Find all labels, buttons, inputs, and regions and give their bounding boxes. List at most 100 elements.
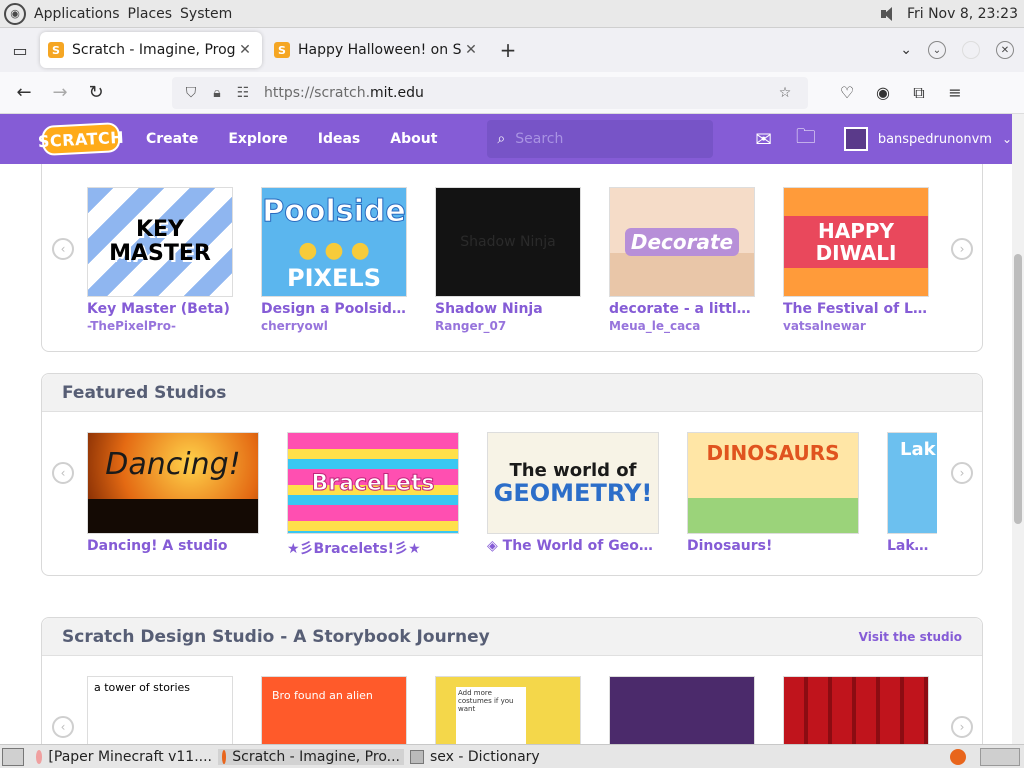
project-tile[interactable]: KEY MASTER Key Master (Beta) -ThePixelPr… <box>87 187 233 333</box>
back-button[interactable]: ← <box>6 77 42 109</box>
main-content[interactable]: ‹ › KEY MASTER Key Master (Beta) -ThePix… <box>0 164 1012 744</box>
lock-icon[interactable]: 🔒︎ <box>206 85 228 101</box>
minimize-window-icon[interactable]: ⌄ <box>928 41 946 59</box>
project-author[interactable]: cherryowl <box>261 319 407 333</box>
project-title[interactable]: Key Master (Beta) <box>87 301 233 317</box>
studio-thumbnail[interactable]: Lak <box>887 432 937 534</box>
scratch-logo[interactable]: SCRATCH <box>37 121 125 157</box>
page-scrollbar[interactable] <box>1012 114 1024 744</box>
url-text[interactable]: https://scratch.mit.edu <box>264 85 774 101</box>
applications-menu[interactable]: Applications <box>34 6 120 22</box>
volume-icon[interactable] <box>879 6 897 22</box>
carousel-left-arrow-icon[interactable]: ‹ <box>52 716 74 738</box>
reload-button[interactable]: ↻ <box>78 77 114 109</box>
studio-tile[interactable]: The world of GEOMETRY! ◈ The World of Geo… <box>487 432 659 554</box>
url-bar[interactable]: ⛉ 🔒︎ ☷ https://scratch.mit.edu ☆ <box>172 76 808 109</box>
studio-tile[interactable]: Dancing! Dancing! A studio <box>87 432 259 554</box>
studio-thumbnail[interactable]: Dancing! <box>87 432 259 534</box>
studio-thumbnail[interactable]: BraceLets <box>287 432 459 534</box>
studio-title[interactable]: ★彡Bracelets!彡★ <box>287 538 459 558</box>
studio-tile[interactable]: DINOSAURS Dinosaurs! <box>687 432 859 554</box>
project-tile[interactable]: Decorate decorate - a little ... Meua_le… <box>609 187 755 333</box>
new-tab-button[interactable]: + <box>492 34 524 66</box>
studio-thumbnail[interactable]: The world of GEOMETRY! <box>487 432 659 534</box>
show-desktop-icon[interactable] <box>2 747 24 766</box>
project-title[interactable]: Shadow Ninja <box>435 301 581 317</box>
user-menu[interactable]: banspedrunonvm ⌄ <box>843 127 1012 151</box>
clock[interactable]: Fri Nov 8, 23:23 <box>907 6 1018 22</box>
account-icon[interactable]: ◉ <box>874 83 892 102</box>
forward-button[interactable]: → <box>42 77 78 109</box>
taskbar-item-active[interactable]: Scratch - Imagine, Pro... <box>218 748 404 765</box>
my-stuff-folder-icon[interactable]: 🗀 <box>796 122 816 156</box>
project-tile[interactable]: Shadow Ninja Shadow Ninja Ranger_07 <box>435 187 581 333</box>
search-input[interactable]: ⌕ Search <box>487 120 714 158</box>
nav-create[interactable]: Create <box>142 131 202 147</box>
project-thumbnail[interactable]: a tower of stories <box>87 676 233 744</box>
close-tab-icon[interactable]: ✕ <box>236 42 254 58</box>
messages-icon[interactable]: ✉ <box>755 127 772 151</box>
project-thumbnail[interactable] <box>609 676 755 744</box>
project-author[interactable]: Meua_le_caca <box>609 319 755 333</box>
project-thumbnail[interactable]: Bro found an alien <box>261 676 407 744</box>
project-thumbnail[interactable]: Add more costumes if you want <box>435 676 581 744</box>
scrollbar-thumb[interactable] <box>1014 254 1022 524</box>
maximize-window-icon[interactable] <box>962 41 980 59</box>
tab-halloween[interactable]: S Happy Halloween! on Scr ✕ <box>266 32 488 68</box>
studio-title[interactable]: ◈ The World of Geom... <box>487 538 659 554</box>
project-tile[interactable]: Poolside ● ● ● PIXELS Design a Poolside.… <box>261 187 407 333</box>
taskbar-item[interactable]: [Paper Minecraft v11.... <box>36 749 212 765</box>
studio-title[interactable]: Dancing! A studio <box>87 538 259 554</box>
visit-studio-link[interactable]: Visit the studio <box>859 630 962 644</box>
project-author[interactable]: vatsalnewar <box>783 319 929 333</box>
carousel-left-arrow-icon[interactable]: ‹ <box>52 238 74 260</box>
workspace-switcher[interactable] <box>980 747 1020 766</box>
tab-scratch[interactable]: S Scratch - Imagine, Progra ✕ <box>40 32 262 68</box>
project-tile[interactable]: a tower of stories <box>87 676 233 744</box>
carousel-right-arrow-icon[interactable]: › <box>951 238 973 260</box>
studio-title[interactable]: Lakes! <box>887 538 937 554</box>
project-thumbnail[interactable]: KEY MASTER <box>87 187 233 297</box>
tab-list-chevron-icon[interactable]: ⌄ <box>900 42 912 58</box>
project-tile[interactable] <box>783 676 929 744</box>
studio-thumbnail[interactable]: DINOSAURS <box>687 432 859 534</box>
project-tile[interactable]: Add more costumes if you want <box>435 676 581 744</box>
carousel-right-arrow-icon[interactable]: › <box>951 462 973 484</box>
project-thumbnail[interactable]: Decorate <box>609 187 755 297</box>
project-tile[interactable]: HAPPY DIWALI The Festival of Li... vatsa… <box>783 187 929 333</box>
places-menu[interactable]: Places <box>128 6 173 22</box>
studio-tile[interactable]: Lak Lakes! <box>887 432 937 554</box>
shield-icon[interactable]: ⛉ <box>180 85 202 101</box>
carousel-left-arrow-icon[interactable]: ‹ <box>52 462 74 484</box>
firefox-tray-icon[interactable] <box>950 748 966 765</box>
nav-ideas[interactable]: Ideas <box>314 131 365 147</box>
system-menu[interactable]: System <box>180 6 232 22</box>
project-author[interactable]: Ranger_07 <box>435 319 581 333</box>
project-title[interactable]: Design a Poolside... <box>261 301 407 317</box>
bookmark-star-icon[interactable]: ☆ <box>774 85 796 101</box>
menu-icon[interactable]: ≡ <box>946 83 964 102</box>
project-tile[interactable]: Bro found an alien <box>261 676 407 744</box>
top-panel: ◉ Applications Places System Fri Nov 8, … <box>0 0 1024 28</box>
nav-explore[interactable]: Explore <box>224 131 291 147</box>
taskbar-item[interactable]: sex - Dictionary <box>410 749 610 765</box>
extensions-icon[interactable]: ⧉ <box>910 83 928 103</box>
tab-overview-icon[interactable]: ▭ <box>0 28 40 72</box>
project-author[interactable]: -ThePixelPro- <box>87 319 233 333</box>
project-thumbnail[interactable] <box>783 676 929 744</box>
studio-title[interactable]: Dinosaurs! <box>687 538 859 554</box>
project-title[interactable]: The Festival of Li... <box>783 301 929 317</box>
close-window-icon[interactable]: ✕ <box>996 41 1014 59</box>
carousel-right-arrow-icon[interactable]: › <box>951 716 973 738</box>
project-tile[interactable] <box>609 676 755 744</box>
project-thumbnail[interactable]: Poolside ● ● ● PIXELS <box>261 187 407 297</box>
nav-about[interactable]: About <box>386 131 441 147</box>
project-thumbnail[interactable]: Shadow Ninja <box>435 187 581 297</box>
close-tab-icon[interactable]: ✕ <box>462 42 480 58</box>
distro-logo-icon[interactable]: ◉ <box>4 2 26 25</box>
permissions-icon[interactable]: ☷ <box>232 85 254 101</box>
pocket-icon[interactable]: ♡ <box>838 83 856 102</box>
project-thumbnail[interactable]: HAPPY DIWALI <box>783 187 929 297</box>
project-title[interactable]: decorate - a little ... <box>609 301 755 317</box>
studio-tile[interactable]: BraceLets ★彡Bracelets!彡★ <box>287 432 459 558</box>
